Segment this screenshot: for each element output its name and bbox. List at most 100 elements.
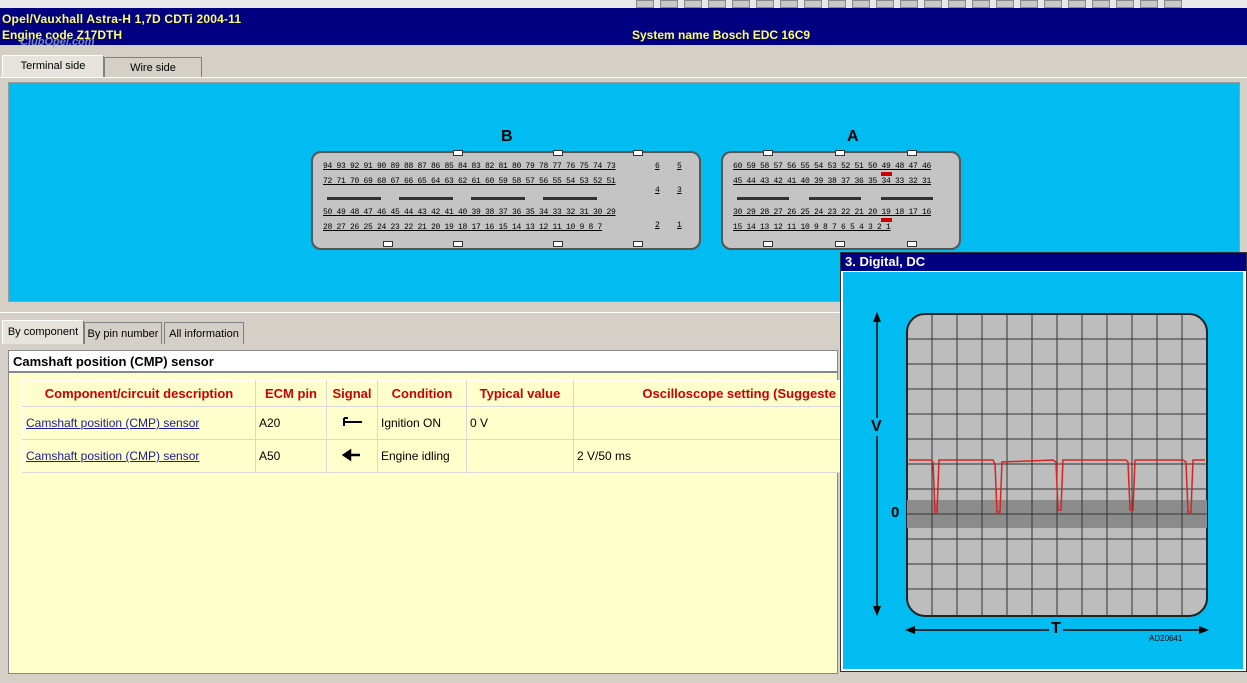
- toolbar-button[interactable]: [1044, 0, 1062, 8]
- toolbar-button[interactable]: [756, 0, 774, 8]
- side-pin: 3: [677, 186, 682, 195]
- toolbar-button[interactable]: [1092, 0, 1110, 8]
- connector-latch: [907, 241, 917, 247]
- pin-row: 94 93 92 91 90 89 88 87 86 85 84 83 82 8…: [323, 162, 616, 171]
- pinout-table: Component/circuit description ECM pin Si…: [22, 380, 841, 473]
- cell-condition: Engine idling: [377, 439, 467, 473]
- tab-by-pin-number[interactable]: By pin number: [84, 322, 162, 344]
- pin-row: 15 14 13 12 11 10 9 8 7 6 5 4 3 2 1: [733, 223, 891, 232]
- col-header-oscilloscope: Oscilloscope setting (Suggeste: [573, 380, 841, 407]
- pin-row: 45 44 43 42 41 40 39 38 37 36 35 34 33 3…: [733, 177, 932, 186]
- pin-row: 50 49 48 47 46 45 44 43 42 41 40 39 38 3…: [323, 208, 616, 217]
- arrow-left-icon: [341, 448, 360, 461]
- table-header-row: Component/circuit description ECM pin Si…: [22, 380, 841, 407]
- pin-highlight-a20: [881, 218, 892, 222]
- table-row: Camshaft position (CMP) sensor A50 Engin…: [22, 439, 841, 473]
- connector-latch: [553, 241, 563, 247]
- side-pin: 4: [655, 186, 660, 195]
- toolbar-button[interactable]: [636, 0, 654, 8]
- y-axis-label: V: [871, 418, 882, 436]
- connector-latch: [633, 241, 643, 247]
- toolbar-button[interactable]: [708, 0, 726, 8]
- tab-label: By component: [7, 326, 79, 338]
- divider: [0, 77, 1247, 78]
- sensor-supply-icon: [343, 416, 362, 426]
- toolbar-button[interactable]: [660, 0, 678, 8]
- cell-description: Camshaft position (CMP) sensor: [22, 406, 256, 440]
- scope-display: [873, 312, 1209, 634]
- cell-condition: Ignition ON: [377, 406, 467, 440]
- figure-ref: AD20641: [1149, 634, 1183, 643]
- scope-body: V 0 T AD20641: [843, 272, 1243, 669]
- zero-label: 0: [891, 504, 900, 521]
- component-title: Camshaft position (CMP) sensor: [8, 350, 838, 372]
- connector-b[interactable]: 94 93 92 91 90 89 88 87 86 85 84 83 82 8…: [311, 150, 701, 250]
- pin-highlight-a50: [881, 172, 892, 176]
- toolbar-button[interactable]: [900, 0, 918, 8]
- cell-description: Camshaft position (CMP) sensor: [22, 439, 256, 473]
- toolbar-button[interactable]: [996, 0, 1014, 8]
- toolbar-button[interactable]: [1068, 0, 1086, 8]
- connector-latch: [835, 150, 845, 156]
- tab-all-information[interactable]: All information: [164, 322, 244, 344]
- connector-b-label: B: [501, 128, 513, 145]
- connector-latch: [553, 150, 563, 156]
- tab-wire-side[interactable]: Wire side: [104, 57, 202, 77]
- toolbar-button[interactable]: [684, 0, 702, 8]
- toolbar-button[interactable]: [780, 0, 798, 8]
- watermark-logo: ClubOpel.com: [20, 36, 95, 48]
- cell-typical-value: [466, 439, 574, 473]
- toolbar-button[interactable]: [852, 0, 870, 8]
- component-link[interactable]: Camshaft position (CMP) sensor: [26, 449, 199, 463]
- pin-row: 28 27 26 25 24 23 22 21 20 19 18 17 16 1…: [323, 223, 603, 232]
- connector-latch: [835, 241, 845, 247]
- toolbar-button[interactable]: [732, 0, 750, 8]
- toolbar-button[interactable]: [876, 0, 894, 8]
- connector-latch: [453, 241, 463, 247]
- pin-divider: [809, 197, 861, 200]
- vehicle-header: Opel/Vauxhall Astra-H 1,7D CDTi 2004-11 …: [0, 8, 1247, 48]
- connector-latch: [907, 150, 917, 156]
- connector-latch: [763, 241, 773, 247]
- toolbar-button[interactable]: [1116, 0, 1134, 8]
- pin-divider: [399, 197, 453, 200]
- tab-label: By pin number: [87, 328, 159, 340]
- pin-divider: [471, 197, 525, 200]
- side-pin: 2: [655, 221, 660, 230]
- col-header-description: Component/circuit description: [22, 380, 256, 407]
- connector-a-label: A: [847, 128, 859, 145]
- toolbar-button[interactable]: [972, 0, 990, 8]
- cell-ecm-pin: A50: [255, 439, 327, 473]
- connector-latch: [383, 241, 393, 247]
- connector-latch: [633, 150, 643, 156]
- tab-label: Terminal side: [20, 60, 86, 72]
- toolbar-button[interactable]: [1140, 0, 1158, 8]
- toolbar-button[interactable]: [1020, 0, 1038, 8]
- connector-latch: [763, 150, 773, 156]
- tab-label: Wire side: [130, 62, 176, 74]
- col-header-signal: Signal: [326, 380, 378, 407]
- pin-divider: [881, 197, 933, 200]
- cell-ecm-pin: A20: [255, 406, 327, 440]
- toolbar-button[interactable]: [804, 0, 822, 8]
- component-link[interactable]: Camshaft position (CMP) sensor: [26, 416, 199, 430]
- pin-divider: [737, 197, 789, 200]
- connector-a[interactable]: 60 59 58 57 56 55 54 53 52 51 50 49 48 4…: [721, 150, 961, 250]
- side-pin: 1: [677, 221, 682, 230]
- pin-row: 30 29 28 27 26 25 24 23 22 21 20 19 18 1…: [733, 208, 932, 217]
- cell-typical-value: 0 V: [466, 406, 574, 440]
- cell-oscilloscope: 2 V/50 ms: [573, 439, 841, 473]
- divider: [0, 312, 840, 313]
- tab-label: All information: [169, 328, 239, 340]
- pin-divider: [327, 197, 381, 200]
- tab-terminal-side[interactable]: Terminal side: [2, 55, 104, 77]
- cell-signal: [326, 406, 378, 440]
- toolbar-button[interactable]: [924, 0, 942, 8]
- system-name: System name Bosch EDC 16C9: [632, 28, 811, 42]
- toolbar-button[interactable]: [948, 0, 966, 8]
- oscilloscope-window: 3. Digital, DC V 0 T AD20641: [840, 252, 1247, 672]
- vehicle-model: Opel/Vauxhall Astra-H 1,7D CDTi 2004-11: [2, 12, 242, 26]
- tab-by-component[interactable]: By component: [2, 320, 84, 344]
- toolbar-button[interactable]: [1164, 0, 1182, 8]
- toolbar-button[interactable]: [828, 0, 846, 8]
